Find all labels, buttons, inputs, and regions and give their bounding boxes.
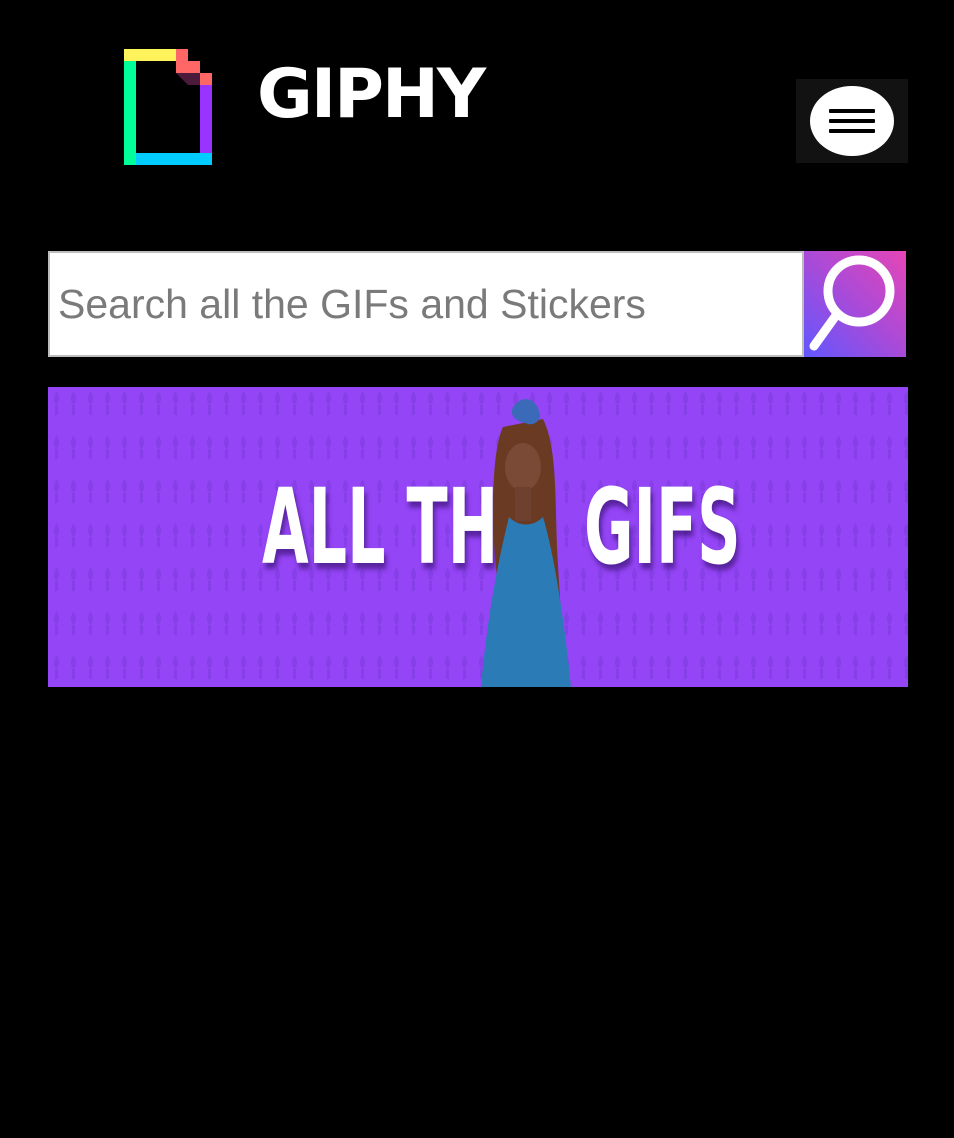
hamburger-menu-icon bbox=[810, 86, 894, 156]
menu-button[interactable] bbox=[796, 79, 908, 163]
search-icon bbox=[809, 255, 895, 351]
giphy-logo-text: GIPHY bbox=[257, 55, 486, 134]
search-bar bbox=[48, 251, 906, 357]
giphy-logo-link[interactable]: GIPHY bbox=[120, 45, 510, 170]
all-the-gifs-banner[interactable]: ALL THE GIFS bbox=[48, 387, 908, 687]
search-input[interactable] bbox=[48, 251, 804, 357]
banner-text-gifs: GIFS bbox=[584, 466, 741, 588]
banner-person-image bbox=[481, 399, 571, 687]
search-button[interactable] bbox=[804, 251, 906, 357]
giphy-page: GIPHY ALL T bbox=[0, 0, 954, 1138]
giphy-logo-icon bbox=[124, 49, 212, 165]
